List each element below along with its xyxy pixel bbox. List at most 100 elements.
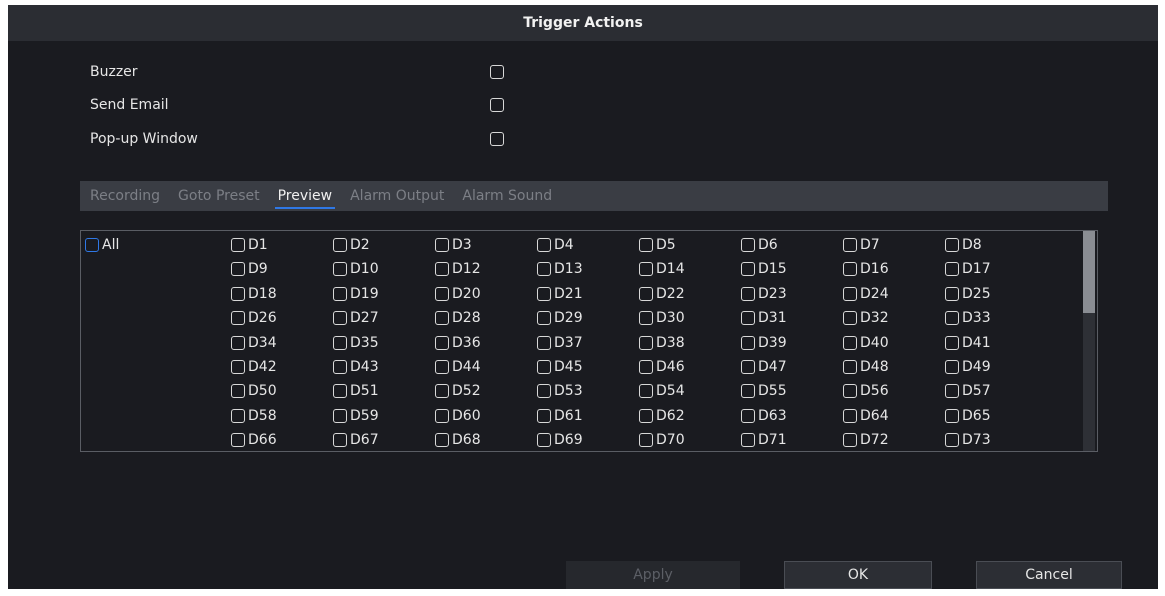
checkbox-box[interactable] xyxy=(435,311,449,326)
checkbox-box[interactable] xyxy=(639,311,653,326)
checkbox-box[interactable] xyxy=(333,262,347,277)
checkbox-box[interactable] xyxy=(741,433,755,448)
checkbox-box[interactable] xyxy=(333,384,347,399)
channel-checkbox-d7[interactable]: D7 xyxy=(843,237,880,253)
channel-checkbox-d38[interactable]: D38 xyxy=(639,335,685,351)
channel-checkbox-d9[interactable]: D9 xyxy=(231,261,268,277)
tab-recording[interactable]: Recording xyxy=(80,181,169,211)
checkbox-box[interactable] xyxy=(537,408,551,423)
checkbox-box[interactable] xyxy=(843,311,857,326)
checkbox-box[interactable] xyxy=(639,384,653,399)
checkbox-box[interactable] xyxy=(435,286,449,301)
checkbox-box[interactable] xyxy=(435,238,449,252)
channel-checkbox-d12[interactable]: D12 xyxy=(435,261,481,277)
checkbox-box[interactable] xyxy=(537,262,551,277)
checkbox-box[interactable] xyxy=(945,360,959,374)
tab-alarm-output[interactable]: Alarm Output xyxy=(341,181,453,211)
checkbox-box[interactable] xyxy=(333,360,347,374)
channel-checkbox-d62[interactable]: D62 xyxy=(639,408,685,424)
channel-checkbox-d67[interactable]: D67 xyxy=(333,432,379,448)
checkbox-box[interactable] xyxy=(435,262,449,277)
checkbox-box[interactable] xyxy=(537,311,551,326)
checkbox-box[interactable] xyxy=(843,262,857,277)
channel-checkbox-d34[interactable]: D34 xyxy=(231,335,277,351)
checkbox-box[interactable] xyxy=(435,335,449,350)
checkbox-box[interactable] xyxy=(843,238,857,252)
channel-checkbox-d57[interactable]: D57 xyxy=(945,383,991,399)
channel-checkbox-d26[interactable]: D26 xyxy=(231,310,277,326)
checkbox-box[interactable] xyxy=(945,384,959,399)
checkbox-box[interactable] xyxy=(231,238,245,252)
checkbox-box[interactable] xyxy=(741,384,755,399)
channel-checkbox-d24[interactable]: D24 xyxy=(843,286,889,302)
channel-checkbox-d35[interactable]: D35 xyxy=(333,335,379,351)
channel-checkbox-d4[interactable]: D4 xyxy=(537,237,574,253)
channel-checkbox-d42[interactable]: D42 xyxy=(231,359,277,375)
channel-checkbox-d3[interactable]: D3 xyxy=(435,237,472,253)
tab-alarm-sound[interactable]: Alarm Sound xyxy=(453,181,561,211)
checkbox-box[interactable] xyxy=(231,360,245,374)
checkbox-box[interactable] xyxy=(945,433,959,448)
channel-checkbox-d54[interactable]: D54 xyxy=(639,383,685,399)
checkbox-box[interactable] xyxy=(231,335,245,350)
channel-checkbox-d66[interactable]: D66 xyxy=(231,432,277,448)
channel-checkbox-d69[interactable]: D69 xyxy=(537,432,583,448)
checkbox-box[interactable] xyxy=(537,384,551,399)
channel-checkbox-d20[interactable]: D20 xyxy=(435,286,481,302)
channel-checkbox-d30[interactable]: D30 xyxy=(639,310,685,326)
channel-checkbox-d43[interactable]: D43 xyxy=(333,359,379,375)
checkbox-box[interactable] xyxy=(333,286,347,301)
checkbox-box[interactable] xyxy=(945,311,959,326)
tab-preview[interactable]: Preview xyxy=(269,181,342,211)
checkbox-box[interactable] xyxy=(741,335,755,350)
channel-checkbox-d63[interactable]: D63 xyxy=(741,408,787,424)
scrollbar-thumb[interactable] xyxy=(1083,231,1095,313)
channel-checkbox-d70[interactable]: D70 xyxy=(639,432,685,448)
checkbox-box[interactable] xyxy=(843,408,857,423)
checkbox-box[interactable] xyxy=(843,360,857,374)
channel-checkbox-d72[interactable]: D72 xyxy=(843,432,889,448)
channel-checkbox-d71[interactable]: D71 xyxy=(741,432,787,448)
channel-checkbox-d19[interactable]: D19 xyxy=(333,286,379,302)
checkbox-box[interactable] xyxy=(741,286,755,301)
channel-checkbox-d45[interactable]: D45 xyxy=(537,359,583,375)
channel-checkbox-d25[interactable]: D25 xyxy=(945,286,991,302)
channel-checkbox-d6[interactable]: D6 xyxy=(741,237,778,253)
all-checkbox-box[interactable] xyxy=(85,238,99,252)
channel-checkbox-d44[interactable]: D44 xyxy=(435,359,481,375)
scrollbar[interactable] xyxy=(1083,231,1095,451)
channel-checkbox-d32[interactable]: D32 xyxy=(843,310,889,326)
channel-checkbox-d56[interactable]: D56 xyxy=(843,383,889,399)
popup-window-checkbox[interactable] xyxy=(490,132,504,146)
checkbox-box[interactable] xyxy=(639,335,653,350)
channel-checkbox-d48[interactable]: D48 xyxy=(843,359,889,375)
checkbox-box[interactable] xyxy=(639,262,653,277)
checkbox-box[interactable] xyxy=(945,286,959,301)
checkbox-box[interactable] xyxy=(843,286,857,301)
checkbox-box[interactable] xyxy=(231,286,245,301)
channel-checkbox-d1[interactable]: D1 xyxy=(231,237,268,253)
channel-checkbox-d41[interactable]: D41 xyxy=(945,335,991,351)
channel-checkbox-d16[interactable]: D16 xyxy=(843,261,889,277)
channel-checkbox-d15[interactable]: D15 xyxy=(741,261,787,277)
channel-checkbox-d55[interactable]: D55 xyxy=(741,383,787,399)
checkbox-box[interactable] xyxy=(333,335,347,350)
channel-checkbox-d27[interactable]: D27 xyxy=(333,310,379,326)
checkbox-box[interactable] xyxy=(741,311,755,326)
checkbox-box[interactable] xyxy=(741,360,755,374)
cancel-button[interactable]: Cancel xyxy=(976,561,1122,589)
checkbox-box[interactable] xyxy=(741,408,755,423)
channel-checkbox-d39[interactable]: D39 xyxy=(741,335,787,351)
channel-checkbox-d37[interactable]: D37 xyxy=(537,335,583,351)
buzzer-checkbox[interactable] xyxy=(490,65,504,79)
checkbox-box[interactable] xyxy=(435,360,449,374)
checkbox-box[interactable] xyxy=(639,360,653,374)
checkbox-box[interactable] xyxy=(333,408,347,423)
channel-checkbox-d31[interactable]: D31 xyxy=(741,310,787,326)
channel-checkbox-d58[interactable]: D58 xyxy=(231,408,277,424)
checkbox-box[interactable] xyxy=(639,408,653,423)
channel-checkbox-d73[interactable]: D73 xyxy=(945,432,991,448)
channel-checkbox-d53[interactable]: D53 xyxy=(537,383,583,399)
checkbox-box[interactable] xyxy=(435,433,449,448)
channel-checkbox-d40[interactable]: D40 xyxy=(843,335,889,351)
